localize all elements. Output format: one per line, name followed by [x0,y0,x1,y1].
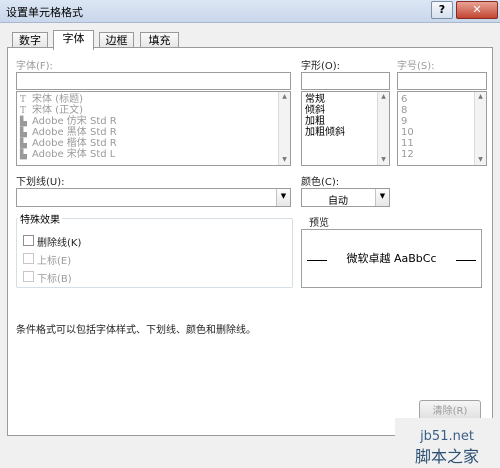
style-input[interactable] [301,72,390,90]
scroll-down-icon[interactable]: ▼ [280,155,289,165]
subscript-label: 下标(B) [37,274,72,285]
svg-text:jb51.net: jb51.net [419,429,474,444]
list-item[interactable]: 12 [401,149,414,160]
color-value: 自动 [328,196,348,207]
font-list[interactable]: T 宋体 (标题) T 宋体 (正文) ▙ Adobe 仿宋 Std R ▙ Adobe… [16,91,291,166]
svg-text:脚本之家: 脚本之家 [415,447,479,466]
strikethrough-checkbox[interactable] [23,235,34,246]
color-picker[interactable]: 自动 ▼ [301,188,390,207]
scroll-up-icon[interactable]: ▲ [476,92,485,102]
chevron-down-icon[interactable]: ▼ [375,189,389,206]
format-cells-dialog: 设置单元格格式 ? ✕ 数字 字体 边框 填充 字体(F): T 宋体 (标题) … [0,0,500,468]
list-item[interactable]: 11 [401,138,414,149]
underline-select[interactable]: ▼ [16,188,291,207]
scroll-down-icon[interactable]: ▼ [379,155,388,165]
scroll-up-icon[interactable]: ▲ [280,92,289,102]
font-input[interactable] [16,72,291,90]
list-item[interactable]: ▙ Adobe 楷体 Std R [20,138,117,149]
font-tab-panel: 字体(F): T 宋体 (标题) T 宋体 (正文) ▙ Adobe 仿宋 Std R… [7,47,493,436]
list-item[interactable]: 加粗倾斜 [305,127,345,138]
size-list[interactable]: 6 8 9 10 11 12 ▲ ▼ [397,91,487,166]
size-input[interactable] [397,72,487,90]
effects-title: 特殊效果 [18,211,62,226]
list-item[interactable]: 8 [401,105,407,116]
preview-text: 微软卓越 AaBbCc [346,252,437,265]
list-item[interactable]: ▙ Adobe 黑体 Std R [20,127,117,138]
underline-label: 下划线(U): [16,177,65,188]
preview-box: 微软卓越 AaBbCc [301,229,482,288]
site-watermark-logo: jb51.net 脚本之家 [395,418,500,468]
color-label: 颜色(C): [301,177,340,188]
superscript-checkbox[interactable] [23,253,34,264]
scroll-down-icon[interactable]: ▼ [476,155,485,165]
preview-title: 预览 [309,218,329,229]
list-item[interactable]: T 宋体 (标题) [20,94,83,105]
dialog-title: 设置单元格格式 [6,6,83,19]
size-list-scrollbar[interactable]: ▲ ▼ [474,92,486,165]
list-item[interactable]: 倾斜 [305,105,325,116]
style-label: 字形(O): [301,61,341,72]
font-label: 字体(F): [16,61,53,72]
strikethrough-label: 删除线(K) [37,238,82,249]
list-item[interactable]: 10 [401,127,414,138]
size-label: 字号(S): [397,61,435,72]
style-list[interactable]: 常规 倾斜 加粗 加粗倾斜 ▲ ▼ [301,91,390,166]
close-button[interactable]: ✕ [456,1,498,19]
printer-font-icon: ▙ [20,150,27,160]
list-item[interactable]: 9 [401,116,407,127]
hint-text: 条件格式可以包括字体样式、下划线、颜色和删除线。 [16,325,256,336]
list-item[interactable]: T 宋体 (正文) [20,105,83,116]
subscript-checkbox[interactable] [23,271,34,282]
tab-font[interactable]: 字体 [53,30,94,50]
list-item[interactable]: 6 [401,94,407,105]
list-item[interactable]: ▙ Adobe 宋体 Std L [20,149,115,160]
list-item[interactable]: 常规 [305,94,325,105]
title-bar[interactable]: 设置单元格格式 ? ✕ [0,0,500,23]
font-list-scrollbar[interactable]: ▲ ▼ [278,92,290,165]
style-list-scrollbar[interactable]: ▲ ▼ [377,92,389,165]
scroll-up-icon[interactable]: ▲ [379,92,388,102]
list-item[interactable]: ▙ Adobe 仿宋 Std R [20,116,117,127]
superscript-label: 上标(E) [37,256,72,267]
help-button[interactable]: ? [431,1,453,19]
preview-baseline-right [456,260,476,261]
chevron-down-icon[interactable]: ▼ [276,189,290,206]
list-item[interactable]: 加粗 [305,116,325,127]
